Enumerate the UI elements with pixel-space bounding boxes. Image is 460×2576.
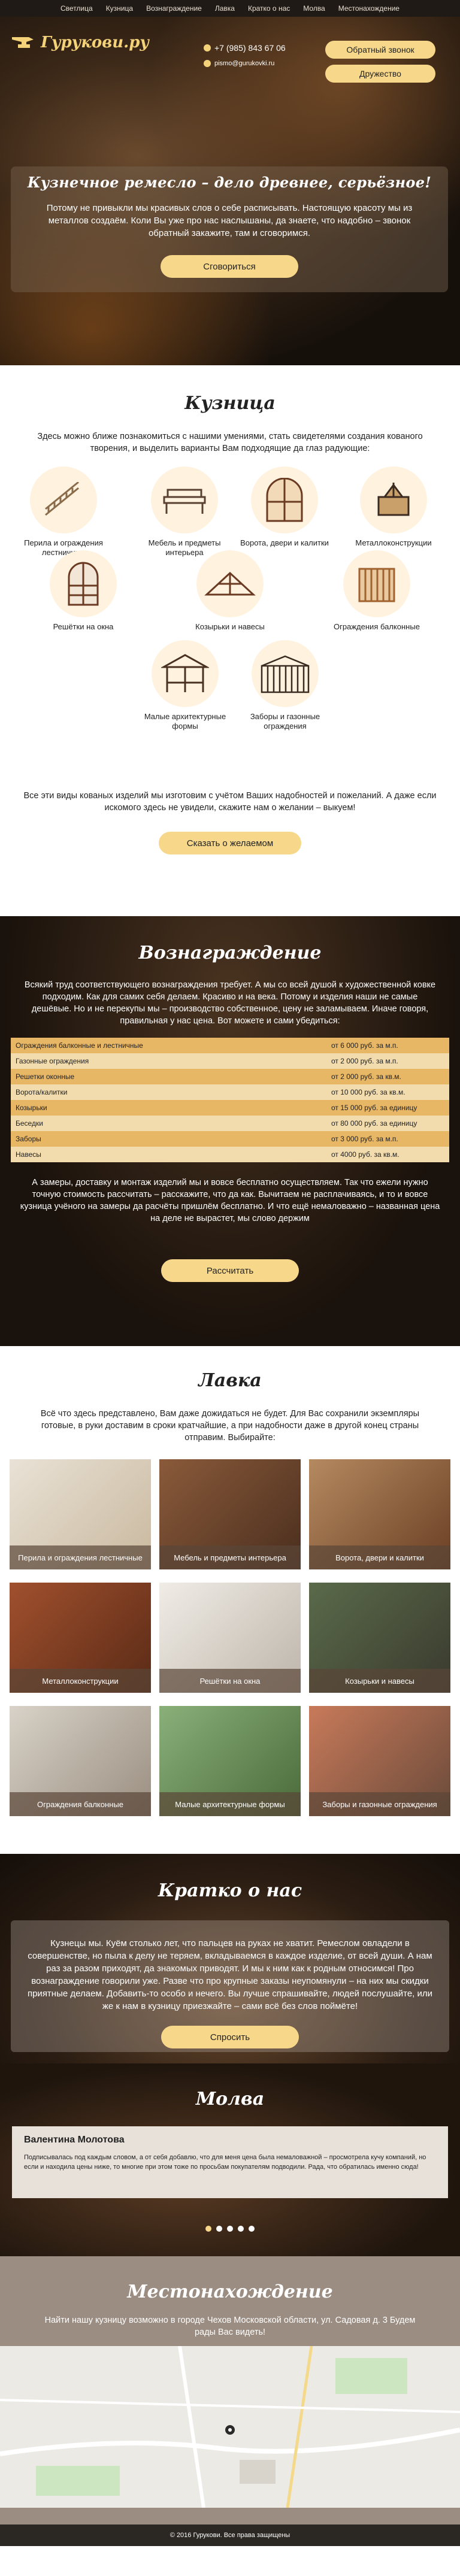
section-title: Вознаграждение	[138, 942, 322, 963]
phone-icon	[204, 44, 211, 51]
nav-item[interactable]: Вознаграждение	[146, 4, 202, 13]
anvil-icon	[12, 37, 34, 48]
contacts: +7 (985) 843 67 06 pismo@gurukovki.ru	[204, 43, 305, 67]
section-title: Молва	[195, 2089, 265, 2110]
phone[interactable]: +7 (985) 843 67 06	[204, 43, 305, 53]
price-row: Ворота/калитки от 10 000 руб. за кв.м.	[11, 1084, 449, 1100]
canopy-icon	[204, 571, 256, 596]
hero-title: Кузнечное ремесло – дело древнее, серьёз…	[27, 174, 432, 191]
price-row: Газонные ограждения от 2 000 руб. за м.п.	[11, 1053, 449, 1069]
hero-box: Кузнечное ремесло – дело древнее, серьёз…	[11, 166, 448, 292]
voznagrazhdenie-section: Вознаграждение Всякий труд соответствующ…	[0, 916, 460, 1346]
slider-dot[interactable]	[249, 2226, 255, 2232]
ask-button[interactable]: Спросить	[161, 2026, 299, 2048]
email[interactable]: pismo@gurukovki.ru	[204, 60, 305, 67]
map-pin-icon	[225, 2425, 235, 2435]
gallery-item[interactable]: Заборы и газонные ограждения	[309, 1706, 450, 1816]
price-table: Ограждения балконные и лестничные от 6 00…	[11, 1038, 449, 1162]
section-title: Местонахождение	[127, 2281, 333, 2302]
railing-icon	[45, 482, 79, 516]
price-row: Решетки оконные от 2 000 руб. за кв.м.	[11, 1069, 449, 1084]
kuznica-intro: Здесь можно ближе познакомиться с нашими…	[37, 432, 423, 453]
slider-dot[interactable]	[238, 2226, 244, 2232]
calculate-button[interactable]: Рассчитать	[161, 1259, 299, 1282]
mail-icon	[204, 60, 211, 67]
about-text: Кузнецы мы. Куём столько лет, что пальце…	[27, 1938, 433, 2011]
section-title: Лавка	[198, 1370, 262, 1391]
review-author: Валентина Молотова	[24, 2135, 125, 2145]
location-text: Найти нашу кузницу возможно в городе Чех…	[44, 2316, 416, 2337]
gallery-item[interactable]: Мебель и предметы интерьера	[159, 1459, 301, 1569]
review-card: Валентина Молотова Подписывалась под каж…	[12, 2126, 448, 2198]
map[interactable]	[0, 2346, 460, 2508]
site-header: Гурукови.ру +7 (985) 843 67 06 pismo@gur…	[0, 17, 460, 83]
category-item[interactable]: Козырьки и навесы	[185, 550, 275, 632]
hero-text: Потому не привыкли мы красивых слов о се…	[46, 203, 413, 238]
lavka-section: Лавка Всё что здесь представлено, Вам да…	[0, 1346, 460, 1854]
category-item[interactable]: Ограждения балконные	[332, 550, 422, 632]
category-item[interactable]: Решётки на окна	[38, 550, 128, 632]
category-item[interactable]: Перила и ограждения лестничные	[19, 466, 108, 557]
gallery-item[interactable]: Перила и ограждения лестничные	[10, 1459, 151, 1569]
bench-icon	[163, 489, 206, 514]
kuznica-section: Кузница Здесь можно ближе познакомиться …	[0, 365, 460, 916]
lavka-intro: Всё что здесь представлено, Вам даже дож…	[40, 1409, 420, 1442]
section-title: Кратко о нас	[158, 1880, 302, 1901]
voz-text: Всякий труд соответствующего вознагражде…	[24, 980, 436, 1026]
slider-dots	[0, 2226, 460, 2232]
category-item[interactable]: Заборы и газонные ограждения	[240, 640, 330, 731]
agree-button[interactable]: Сговориться	[161, 255, 298, 278]
gallery-item[interactable]: Ворота, двери и калитки	[309, 1459, 450, 1569]
category-item[interactable]: Малые архитектурные формы	[140, 640, 230, 731]
price-row: Заборы от 3 000 руб. за м.п.	[11, 1131, 449, 1147]
price-row: Беседки от 80 000 руб. за единицу	[11, 1116, 449, 1131]
slider-dot[interactable]	[216, 2226, 222, 2232]
hero-section: Гурукови.ру +7 (985) 843 67 06 pismo@gur…	[0, 17, 460, 365]
top-nav: Светлица Кузница Вознаграждение Лавка Кр…	[0, 0, 460, 17]
kuznica-outro: Все эти виды кованых изделий мы изготови…	[23, 791, 437, 813]
slider-dot[interactable]	[227, 2226, 233, 2232]
location-section: Местонахождение Найти нашу кузницу возмо…	[0, 2256, 460, 2525]
gate-icon	[266, 478, 303, 522]
voz-text-2: А замеры, доставку и монтаж изделий мы и…	[20, 1178, 440, 1223]
nav-item[interactable]: Светлица	[60, 4, 93, 13]
price-row: Ограждения балконные и лестничные от 6 00…	[11, 1038, 449, 1053]
nav-item[interactable]: Молва	[303, 4, 325, 13]
balcony-icon	[358, 568, 395, 602]
about-box: Кузнецы мы. Куём столько лет, что пальце…	[11, 1920, 449, 2052]
gallery-item[interactable]: Ограждения балконные	[10, 1706, 151, 1816]
nav-item[interactable]: Местонахождение	[338, 4, 400, 13]
window-grille-icon	[68, 562, 99, 606]
callback-button[interactable]: Обратный звонок	[325, 41, 435, 59]
price-row: Козырьки от 15 000 руб. за единицу	[11, 1100, 449, 1116]
category-item[interactable]: Мебель и предметы интерьера	[140, 466, 229, 557]
nav-item[interactable]: Кратко о нас	[248, 4, 290, 13]
logo[interactable]: Гурукови.ру	[11, 34, 149, 51]
gallery-item[interactable]: Малые архитектурные формы	[159, 1706, 301, 1816]
category-item[interactable]: Металлоконструкции	[349, 466, 438, 548]
gallery-item[interactable]: Металлоконструкции	[10, 1583, 151, 1693]
map-canvas[interactable]	[0, 2346, 460, 2508]
price-row: Навесы от 4000 руб. за кв.м.	[11, 1147, 449, 1162]
category-grid: Перила и ограждения лестничные Мебель и …	[0, 466, 460, 790]
review-text: Подписывалась под каждым словом, а от се…	[24, 2154, 426, 2171]
gallery-item[interactable]: Козырьки и навесы	[309, 1583, 450, 1693]
nav-item[interactable]: Кузница	[106, 4, 133, 13]
say-wish-button[interactable]: Сказать о желаемом	[159, 832, 301, 854]
nav-item[interactable]: Лавка	[215, 4, 235, 13]
gazebo-icon	[161, 654, 209, 692]
slider-dot[interactable]	[205, 2226, 211, 2232]
gallery-item[interactable]: Решётки на окна	[159, 1583, 301, 1693]
section-title: Кузница	[184, 393, 276, 414]
fence-icon	[261, 655, 310, 693]
structure-icon	[377, 483, 410, 516]
friendship-button[interactable]: Дружество	[325, 65, 435, 83]
category-item[interactable]: Ворота, двери и калитки	[240, 466, 329, 548]
footer: © 2016 Гурукови. Все права защищены	[0, 2525, 460, 2546]
about-section: Кратко о нас Кузнецы мы. Куём столько ле…	[0, 1854, 460, 2063]
molva-section: Молва Валентина Молотова Подписывалась п…	[0, 2063, 460, 2256]
logo-text: Гурукови.ру	[41, 34, 149, 51]
product-gallery: Перила и ограждения лестничные Мебель и …	[10, 1459, 450, 1816]
